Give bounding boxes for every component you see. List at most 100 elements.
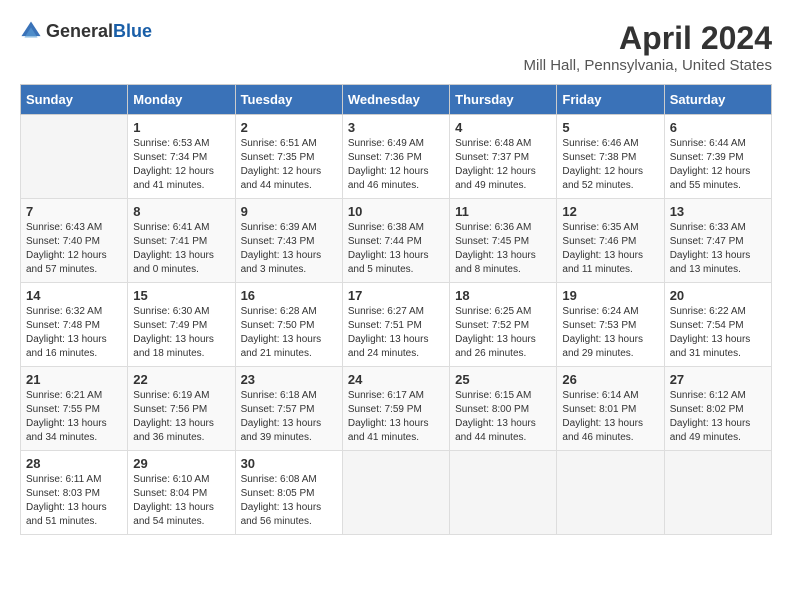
cell-content: 21Sunrise: 6:21 AMSunset: 7:55 PMDayligh… — [26, 372, 122, 445]
day-number: 8 — [133, 204, 229, 219]
daylight-line: Daylight: 13 hours and 54 minutes. — [133, 501, 229, 529]
sunset-line: Sunset: 7:40 PM — [26, 235, 122, 249]
sunrise-line: Sunrise: 6:51 AM — [241, 137, 337, 151]
calendar-cell — [450, 451, 557, 535]
calendar-cell: 12 Sunrise: 6:35 AMSunset: 7:46 PMDayligh… — [557, 199, 664, 283]
cell-content: 22Sunrise: 6:19 AMSunset: 7:56 PMDayligh… — [133, 372, 229, 445]
cell-content: 18Sunrise: 6:25 AMSunset: 7:52 PMDayligh… — [455, 288, 551, 361]
cell-content: 10Sunrise: 6:38 AMSunset: 7:44 PMDayligh… — [348, 204, 444, 277]
daylight-line: Daylight: 13 hours and 34 minutes. — [26, 417, 122, 445]
header-tuesday: Tuesday — [235, 85, 342, 115]
calendar-cell: 20Sunrise: 6:22 AMSunset: 7:54 PMDayligh… — [664, 283, 771, 367]
sunset-line: Sunset: 7:50 PM — [241, 319, 337, 333]
cell-content: 24Sunrise: 6:17 AMSunset: 7:59 PMDayligh… — [348, 372, 444, 445]
cell-content: 19Sunrise: 6:24 AMSunset: 7:53 PMDayligh… — [562, 288, 658, 361]
daylight-line: Daylight: 12 hours and 49 minutes. — [455, 165, 551, 193]
day-number: 22 — [133, 372, 229, 387]
calendar-cell: 3Sunrise: 6:49 AMSunset: 7:36 PMDaylight… — [342, 115, 449, 199]
day-number: 2 — [241, 120, 337, 135]
sunrise-line: Sunrise: 6:35 AM — [562, 221, 658, 235]
calendar-cell: 11 Sunrise: 6:36 AMSunset: 7:45 PMDayligh… — [450, 199, 557, 283]
calendar-week-row: 28Sunrise: 6:11 AMSunset: 8:03 PMDayligh… — [21, 451, 772, 535]
day-number: 21 — [26, 372, 122, 387]
logo: GeneralBlue — [20, 20, 152, 42]
calendar-week-row: 7Sunrise: 6:43 AMSunset: 7:40 PMDaylight… — [21, 199, 772, 283]
daylight-line: Daylight: 12 hours and 46 minutes. — [348, 165, 444, 193]
sunset-line: Sunset: 7:46 PM — [562, 235, 658, 249]
cell-content: 14Sunrise: 6:32 AMSunset: 7:48 PMDayligh… — [26, 288, 122, 361]
logo-icon — [20, 20, 42, 42]
sunrise-line: Sunrise: 6:39 AM — [241, 221, 337, 235]
sunrise-line: Sunrise: 6:36 AM — [455, 221, 551, 235]
calendar-cell: 29Sunrise: 6:10 AMSunset: 8:04 PMDayligh… — [128, 451, 235, 535]
calendar-cell: 23Sunrise: 6:18 AMSunset: 7:57 PMDayligh… — [235, 367, 342, 451]
calendar-cell: 25Sunrise: 6:15 AMSunset: 8:00 PMDayligh… — [450, 367, 557, 451]
day-number: 11 — [455, 204, 551, 219]
calendar-cell — [21, 115, 128, 199]
cell-content: 7Sunrise: 6:43 AMSunset: 7:40 PMDaylight… — [26, 204, 122, 277]
header-sunday: Sunday — [21, 85, 128, 115]
calendar-cell: 1Sunrise: 6:53 AMSunset: 7:34 PMDaylight… — [128, 115, 235, 199]
sunset-line: Sunset: 7:57 PM — [241, 403, 337, 417]
day-number: 19 — [562, 288, 658, 303]
calendar-cell: 24Sunrise: 6:17 AMSunset: 7:59 PMDayligh… — [342, 367, 449, 451]
sunset-line: Sunset: 7:41 PM — [133, 235, 229, 249]
daylight-line: Daylight: 12 hours and 55 minutes. — [670, 165, 766, 193]
cell-content: 9Sunrise: 6:39 AMSunset: 7:43 PMDaylight… — [241, 204, 337, 277]
cell-content: 5Sunrise: 6:46 AMSunset: 7:38 PMDaylight… — [562, 120, 658, 193]
cell-content: 26Sunrise: 6:14 AMSunset: 8:01 PMDayligh… — [562, 372, 658, 445]
cell-content: 4Sunrise: 6:48 AMSunset: 7:37 PMDaylight… — [455, 120, 551, 193]
daylight-line: Daylight: 13 hours and 26 minutes. — [455, 333, 551, 361]
cell-content: 17Sunrise: 6:27 AMSunset: 7:51 PMDayligh… — [348, 288, 444, 361]
cell-content: 20Sunrise: 6:22 AMSunset: 7:54 PMDayligh… — [670, 288, 766, 361]
daylight-line: Daylight: 13 hours and 11 minutes. — [562, 249, 658, 277]
title-area: April 2024 Mill Hall, Pennsylvania, Unit… — [524, 20, 772, 74]
cell-content: 1Sunrise: 6:53 AMSunset: 7:34 PMDaylight… — [133, 120, 229, 193]
daylight-line: Daylight: 13 hours and 5 minutes. — [348, 249, 444, 277]
sunrise-line: Sunrise: 6:33 AM — [670, 221, 766, 235]
day-number: 3 — [348, 120, 444, 135]
sunset-line: Sunset: 7:54 PM — [670, 319, 766, 333]
sunrise-line: Sunrise: 6:30 AM — [133, 305, 229, 319]
daylight-line: Daylight: 13 hours and 3 minutes. — [241, 249, 337, 277]
calendar-cell — [557, 451, 664, 535]
daylight-line: Daylight: 13 hours and 46 minutes. — [562, 417, 658, 445]
sunrise-line: Sunrise: 6:43 AM — [26, 221, 122, 235]
calendar-cell: 16Sunrise: 6:28 AMSunset: 7:50 PMDayligh… — [235, 283, 342, 367]
header-friday: Friday — [557, 85, 664, 115]
sunset-line: Sunset: 7:37 PM — [455, 151, 551, 165]
sunrise-line: Sunrise: 6:22 AM — [670, 305, 766, 319]
header-thursday: Thursday — [450, 85, 557, 115]
sunrise-line: Sunrise: 6:49 AM — [348, 137, 444, 151]
calendar-cell: 26Sunrise: 6:14 AMSunset: 8:01 PMDayligh… — [557, 367, 664, 451]
calendar-cell: 18Sunrise: 6:25 AMSunset: 7:52 PMDayligh… — [450, 283, 557, 367]
daylight-line: Daylight: 12 hours and 44 minutes. — [241, 165, 337, 193]
day-number: 26 — [562, 372, 658, 387]
daylight-line: Daylight: 12 hours and 52 minutes. — [562, 165, 658, 193]
day-number: 30 — [241, 456, 337, 471]
daylight-line: Daylight: 13 hours and 8 minutes. — [455, 249, 551, 277]
sunrise-line: Sunrise: 6:15 AM — [455, 389, 551, 403]
day-number: 10 — [348, 204, 444, 219]
sunset-line: Sunset: 7:47 PM — [670, 235, 766, 249]
header-monday: Monday — [128, 85, 235, 115]
sunrise-line: Sunrise: 6:18 AM — [241, 389, 337, 403]
sunset-line: Sunset: 7:44 PM — [348, 235, 444, 249]
sunset-line: Sunset: 8:00 PM — [455, 403, 551, 417]
day-number: 25 — [455, 372, 551, 387]
calendar-cell — [664, 451, 771, 535]
sunset-line: Sunset: 7:56 PM — [133, 403, 229, 417]
day-number: 12 — [562, 204, 658, 219]
daylight-line: Daylight: 13 hours and 39 minutes. — [241, 417, 337, 445]
sunset-line: Sunset: 8:01 PM — [562, 403, 658, 417]
daylight-line: Daylight: 13 hours and 49 minutes. — [670, 417, 766, 445]
sunset-line: Sunset: 7:51 PM — [348, 319, 444, 333]
calendar-cell: 17Sunrise: 6:27 AMSunset: 7:51 PMDayligh… — [342, 283, 449, 367]
sunrise-line: Sunrise: 6:48 AM — [455, 137, 551, 151]
cell-content: 29Sunrise: 6:10 AMSunset: 8:04 PMDayligh… — [133, 456, 229, 529]
calendar-header-row: SundayMondayTuesdayWednesdayThursdayFrid… — [21, 85, 772, 115]
day-number: 27 — [670, 372, 766, 387]
cell-content: 13Sunrise: 6:33 AMSunset: 7:47 PMDayligh… — [670, 204, 766, 277]
sunset-line: Sunset: 7:45 PM — [455, 235, 551, 249]
sunset-line: Sunset: 7:39 PM — [670, 151, 766, 165]
